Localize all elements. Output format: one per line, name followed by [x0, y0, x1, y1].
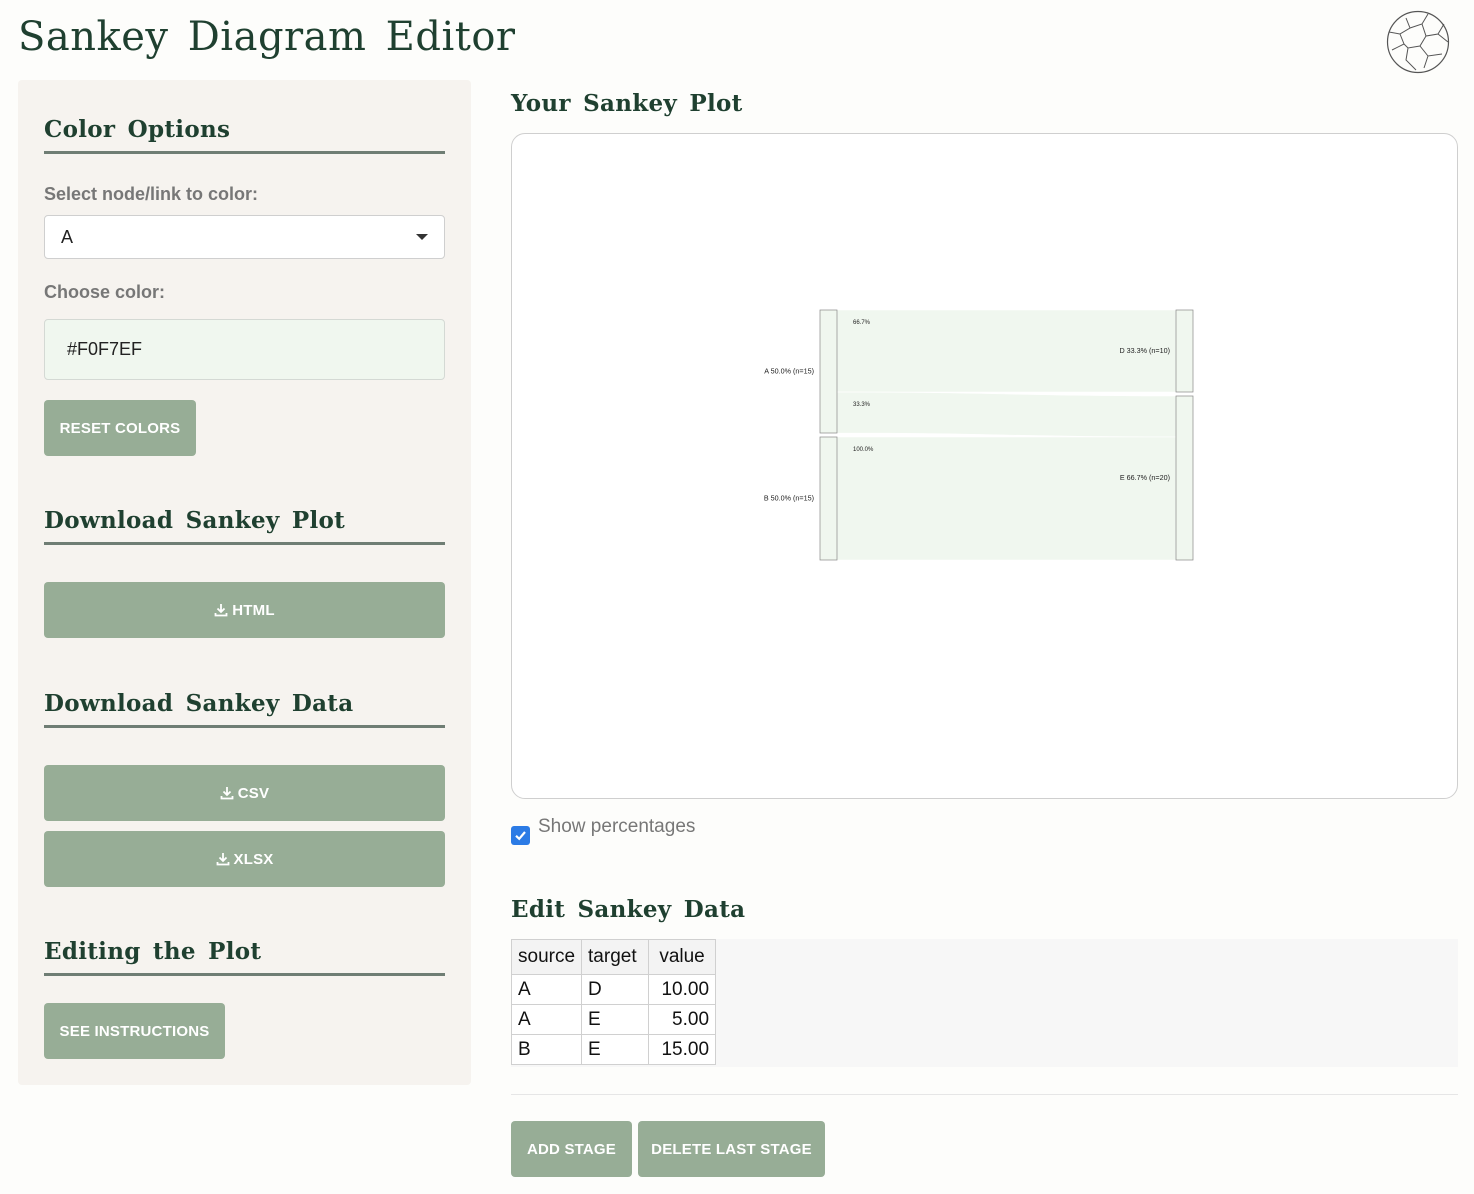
- sankey-node-label: D 33.3% (n=10): [1119, 346, 1170, 355]
- download-icon: [220, 787, 234, 800]
- download-icon: [214, 604, 228, 617]
- sankey-node-a[interactable]: [819, 309, 838, 434]
- sankey-node-label: B 50.0% (n=15): [764, 494, 814, 503]
- table-cell[interactable]: B: [510, 1034, 583, 1065]
- table-cell[interactable]: A: [510, 1004, 583, 1035]
- add-stage-button[interactable]: ADD STAGE: [511, 1121, 632, 1177]
- plot-heading: Your Sankey Plot: [511, 90, 743, 117]
- table-row: B E 15.00: [510, 1034, 717, 1065]
- table-header-row: source target value: [510, 939, 717, 975]
- download-xlsx-button[interactable]: XLSX: [44, 831, 445, 887]
- download-icon: [216, 853, 229, 866]
- sankey-chart: 66.7% 33.3% 100.0% A 50.0% (n=15) B 50.0% (n…: [764, 309, 1194, 561]
- add-stage-label: ADD STAGE: [526, 1140, 617, 1158]
- table-row: A E 5.00: [510, 1004, 717, 1035]
- sankey-link-label: 33.3%: [853, 402, 871, 408]
- download-csv-button[interactable]: CSV: [44, 765, 445, 821]
- delete-last-stage-label: DELETE LAST STAGE: [651, 1140, 812, 1158]
- download-plot-heading: Download Sankey Plot: [44, 507, 445, 545]
- see-instructions-label: SEE INSTRUCTIONS: [59, 1022, 210, 1040]
- chevron-down-icon: [416, 234, 428, 240]
- sankey-link-b-e[interactable]: [836, 436, 1177, 561]
- table-row: A D 10.00: [510, 974, 717, 1005]
- table-cell[interactable]: 15.00: [648, 1034, 717, 1065]
- column-header-source[interactable]: source: [510, 939, 583, 975]
- download-html-label: HTML: [232, 601, 275, 619]
- table-cell[interactable]: A: [510, 974, 583, 1005]
- node-link-select[interactable]: A: [44, 215, 445, 259]
- edit-data-heading: Edit Sankey Data: [511, 896, 746, 923]
- show-percentages-checkbox[interactable]: [511, 826, 530, 845]
- select-node-label: Select node/link to color:: [44, 184, 259, 204]
- table-cell[interactable]: 5.00: [648, 1004, 717, 1035]
- choose-color-label: Choose color:: [44, 282, 166, 302]
- sankey-node-label: A 50.0% (n=15): [764, 367, 814, 376]
- globe-network-icon: [1386, 10, 1450, 74]
- reset-colors-label: RESET COLORS: [59, 419, 181, 437]
- column-header-target[interactable]: target: [581, 939, 650, 975]
- sankey-node-b[interactable]: [819, 436, 838, 561]
- sankey-node-d[interactable]: [1175, 309, 1194, 393]
- sankey-link-label: 100.0%: [853, 447, 874, 453]
- data-table-container: source target value A D 10.00 A E 5.00 B…: [510, 939, 1458, 1067]
- color-options-heading: Color Options: [44, 116, 445, 154]
- see-instructions-button[interactable]: SEE INSTRUCTIONS: [44, 1003, 225, 1059]
- checkmark-icon: [515, 831, 526, 841]
- reset-colors-button[interactable]: RESET COLORS: [44, 400, 196, 456]
- sankey-node-label: E 66.7% (n=20): [1120, 473, 1170, 482]
- delete-last-stage-button[interactable]: DELETE LAST STAGE: [638, 1121, 825, 1177]
- table-cell[interactable]: 10.00: [648, 974, 717, 1005]
- node-link-select-value: A: [61, 226, 74, 247]
- sankey-plot-frame: 66.7% 33.3% 100.0% A 50.0% (n=15) B 50.0% (n…: [511, 133, 1458, 799]
- download-data-heading: Download Sankey Data: [44, 690, 445, 728]
- show-percentages-label: Show percentages: [538, 816, 696, 837]
- divider: [511, 1094, 1458, 1095]
- sankey-data-table: source target value A D 10.00 A E 5.00 B…: [510, 939, 717, 1065]
- table-cell[interactable]: E: [581, 1034, 650, 1065]
- column-header-value[interactable]: value: [648, 939, 717, 975]
- table-cell[interactable]: E: [581, 1004, 650, 1035]
- download-csv-label: CSV: [237, 784, 270, 802]
- app-title: Sankey Diagram Editor: [18, 14, 516, 60]
- sankey-link-label: 66.7%: [853, 320, 871, 326]
- color-picker-value: #F0F7EF: [67, 339, 143, 359]
- download-html-button[interactable]: HTML: [44, 582, 445, 638]
- editing-plot-heading: Editing the Plot: [44, 938, 445, 976]
- sankey-link-a-e[interactable]: [836, 391, 1177, 438]
- color-picker-input[interactable]: #F0F7EF: [44, 319, 445, 380]
- sankey-node-e[interactable]: [1175, 395, 1194, 561]
- sidebar-panel: Color Options Select node/link to color:…: [18, 80, 471, 1085]
- download-xlsx-label: XLSX: [233, 850, 274, 868]
- table-cell[interactable]: D: [581, 974, 650, 1005]
